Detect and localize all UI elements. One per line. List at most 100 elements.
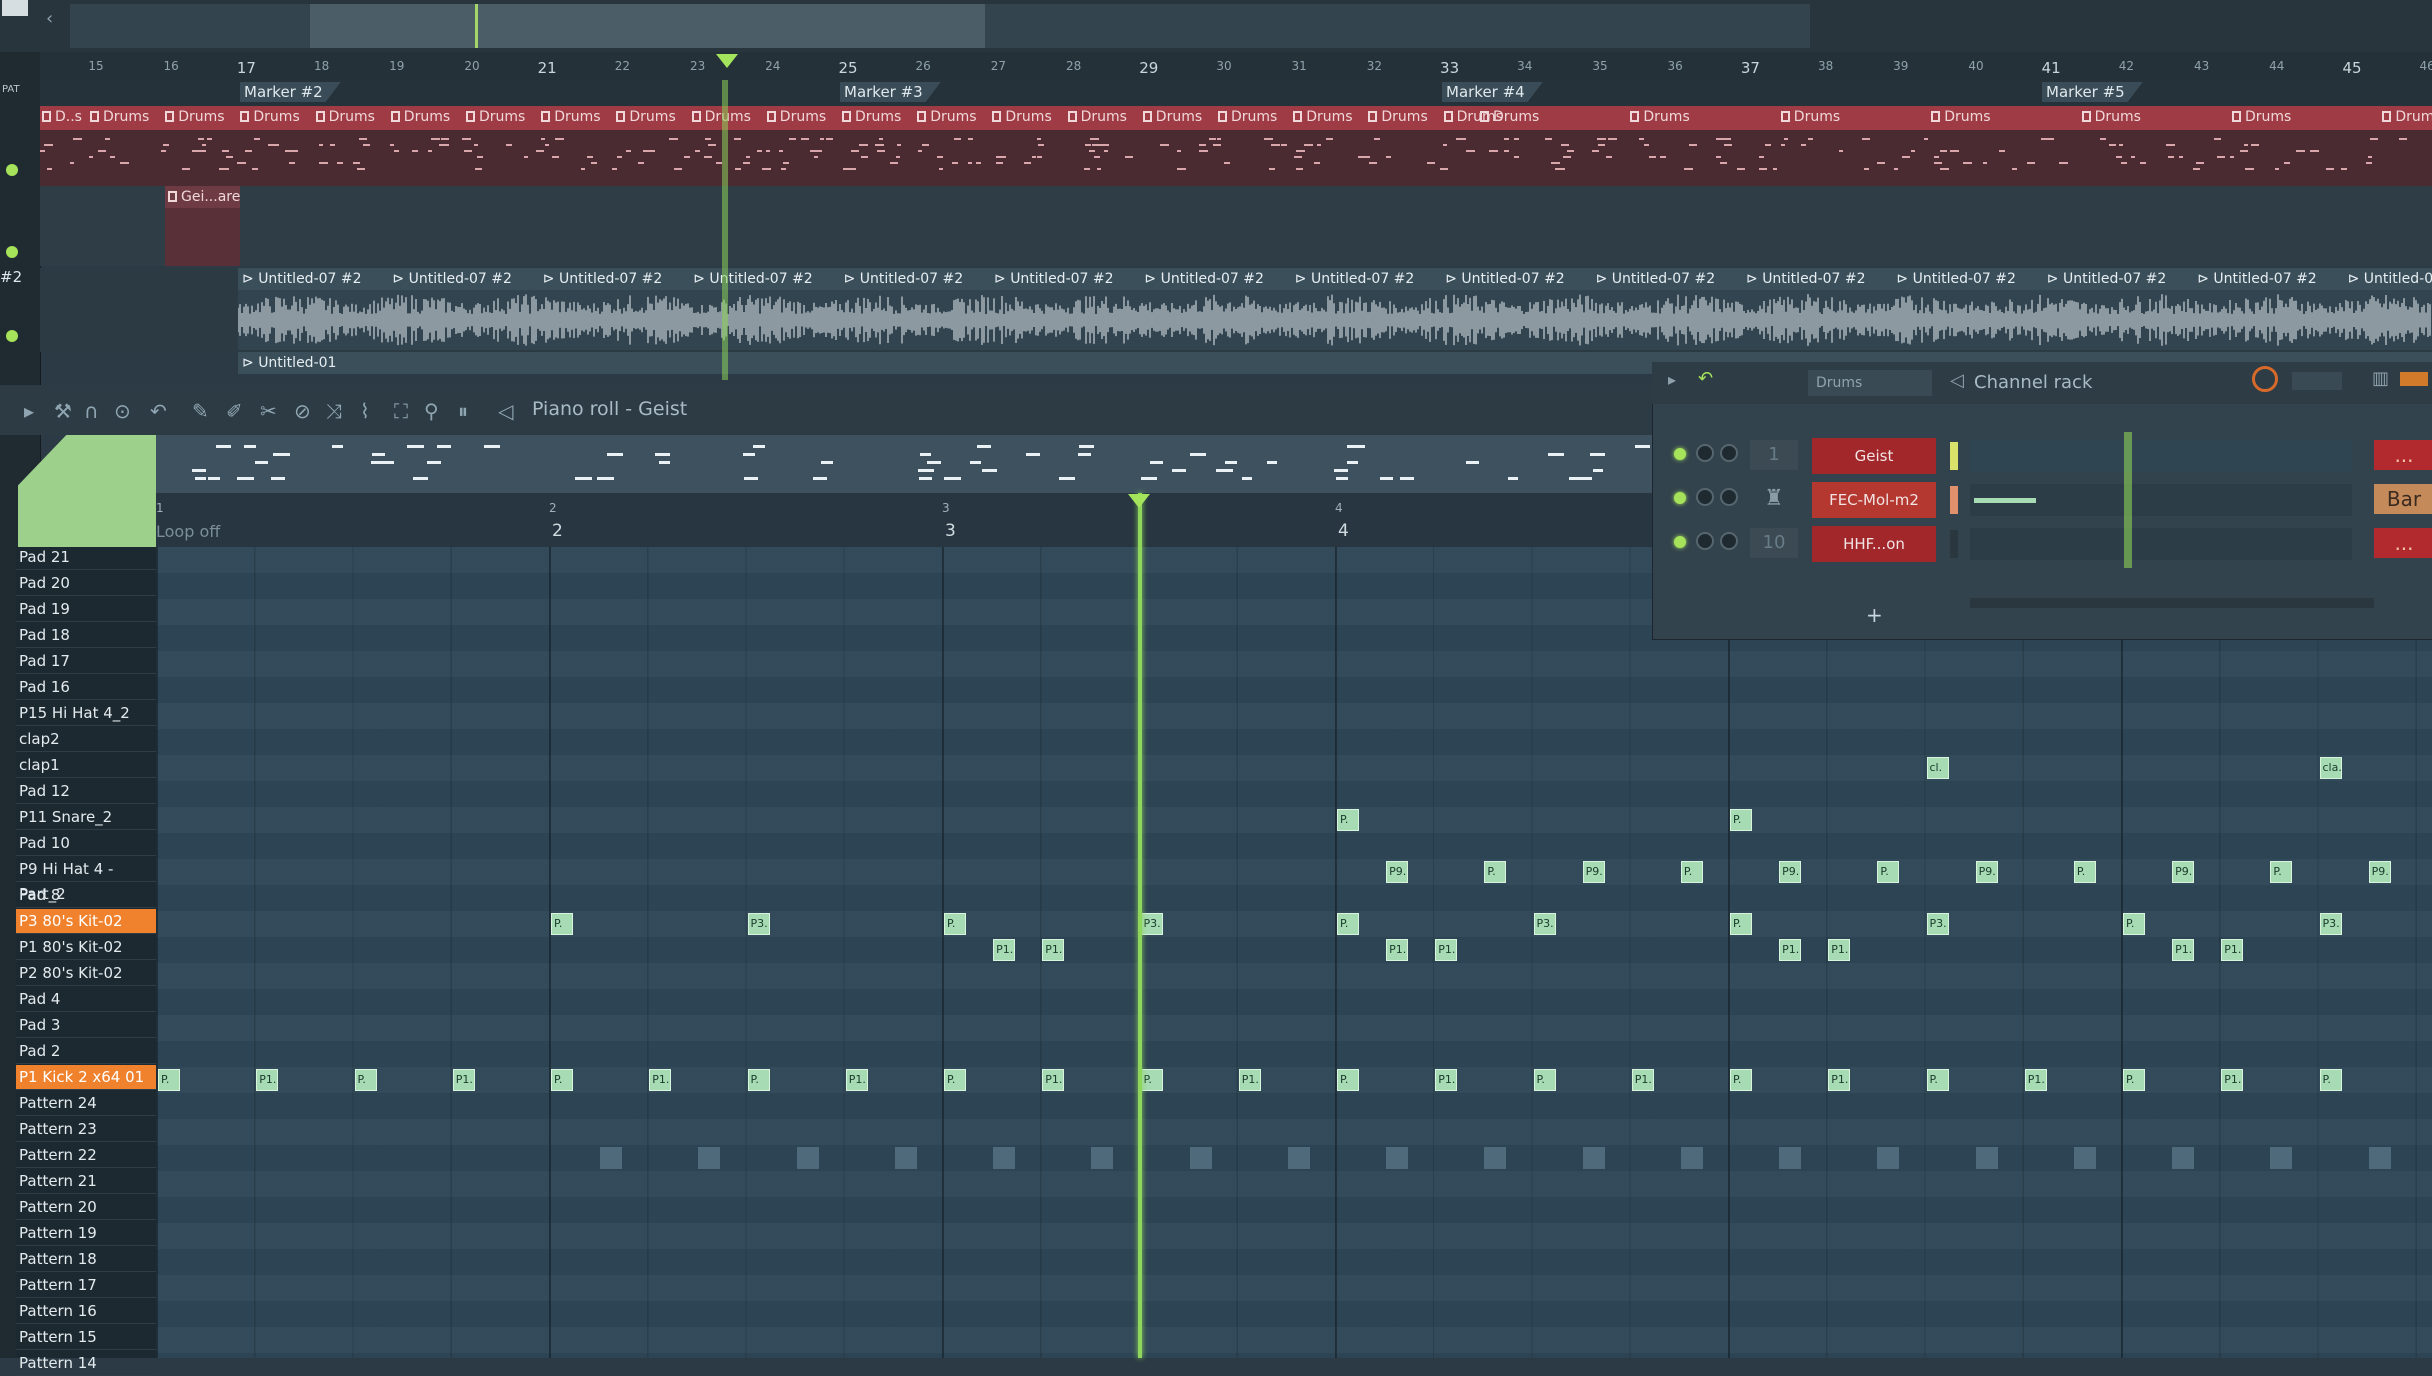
note[interactable]: P1. (2221, 939, 2244, 961)
marker[interactable]: Marker #2 (240, 82, 341, 102)
note[interactable]: P1. (1435, 1069, 1458, 1091)
channel-led[interactable] (1674, 448, 1686, 460)
note[interactable]: P1. (452, 1069, 475, 1091)
slice-icon[interactable]: ⌇ (360, 399, 370, 423)
drum-pattern-clip[interactable]: Drums (992, 109, 1052, 125)
drum-pattern-clip[interactable]: Drums (917, 109, 977, 125)
ghost-note[interactable] (1680, 1147, 1703, 1169)
note[interactable]: P1. (1828, 939, 1851, 961)
audio-clip[interactable]: ⊳ Untitled-07 #2 (242, 271, 362, 287)
note[interactable]: cla. (2319, 757, 2342, 779)
piano-key[interactable]: Pattern 22 (16, 1143, 156, 1168)
drum-pattern-clip[interactable]: Drums (1480, 109, 1539, 125)
marker[interactable]: Marker #3 (840, 82, 941, 102)
note[interactable]: P9. (1779, 861, 1802, 883)
swing-knob-icon[interactable] (2252, 366, 2278, 392)
drum-pattern-clip[interactable]: Drums (315, 109, 375, 125)
piano-key[interactable]: P3 80's Kit-02 (16, 909, 156, 934)
note[interactable]: P1. (649, 1069, 672, 1091)
drum-pattern-clip[interactable]: Drums (240, 109, 300, 125)
drum-pattern-clip[interactable]: Drums (90, 109, 149, 125)
ghost-note[interactable] (1091, 1147, 1114, 1169)
channel-fx-icon[interactable]: ♜ (1750, 484, 1798, 514)
note[interactable]: P1. (1042, 1069, 1065, 1091)
slip-icon[interactable]: ⤨ (326, 399, 342, 423)
ghost-note[interactable] (2270, 1147, 2293, 1169)
piano-key[interactable]: P15 Hi Hat 4_2 (16, 701, 156, 726)
channel-step-preview[interactable] (1970, 484, 2352, 516)
drum-pattern-clip[interactable]: Drums (1931, 109, 1991, 125)
note[interactable]: P1. (1435, 939, 1458, 961)
piano-key[interactable]: clap1 (16, 753, 156, 778)
track-led[interactable] (6, 164, 18, 176)
drum-pattern-clip[interactable]: Drums (842, 109, 901, 125)
audio-clip[interactable]: ⊳ Untitled-07 #2 (543, 271, 663, 287)
channel-extra[interactable]: Bar (2374, 484, 2432, 514)
drum-pattern-clip[interactable]: Drums (1780, 109, 1840, 125)
note[interactable]: P1. (845, 1069, 868, 1091)
note[interactable]: P. (1337, 1069, 1359, 1091)
note[interactable]: P. (2319, 1069, 2342, 1091)
note[interactable]: P. (551, 913, 573, 935)
loop-toggle[interactable]: Loop off (156, 522, 220, 541)
ghost-note[interactable] (1386, 1147, 1409, 1169)
geist-track[interactable] (40, 186, 2432, 266)
note[interactable]: P. (1730, 1069, 1752, 1091)
audio-clip[interactable]: ⊳ Untitled-07 #2 (1445, 271, 1565, 287)
play-arrow-icon[interactable]: ▸ (24, 399, 34, 423)
note[interactable]: P. (944, 1069, 966, 1091)
note[interactable]: P. (2123, 1069, 2145, 1091)
piano-key[interactable]: P2 80's Kit-02 (16, 961, 156, 986)
drum-pattern-clip[interactable]: Drums (466, 109, 525, 125)
drum-pattern-clip[interactable]: Drums (541, 109, 601, 125)
note[interactable]: P3. (747, 913, 770, 935)
note[interactable]: P. (1730, 913, 1752, 935)
note[interactable]: P3. (2319, 913, 2342, 935)
piano-key[interactable]: Pad 19 (16, 597, 156, 622)
note[interactable]: P. (1140, 1069, 1163, 1091)
ghost-note[interactable] (1877, 1147, 1900, 1169)
note[interactable]: P9. (1582, 861, 1605, 883)
note[interactable]: P. (158, 1069, 180, 1091)
audio-clip[interactable]: ⊳ Untitled-07 #2 (1295, 271, 1415, 287)
ghost-note[interactable] (1189, 1147, 1212, 1169)
piano-roll-ruler[interactable]: 1 2 3 4 2 3 4 (156, 493, 1660, 547)
speaker-icon[interactable]: ◁ (1950, 370, 1964, 391)
marker[interactable]: Marker #4 (1442, 82, 1543, 102)
audio-clip[interactable]: ⊳ Untitled-07 #2 (392, 271, 512, 287)
paint-brush-icon[interactable]: ✐ (226, 399, 243, 423)
speaker-icon[interactable]: ◁ (498, 399, 513, 423)
add-channel-button[interactable]: + (1866, 603, 1883, 627)
piano-key[interactable]: Pattern 23 (16, 1117, 156, 1142)
note[interactable]: P. (1337, 809, 1359, 831)
note[interactable]: P3. (1533, 913, 1556, 935)
note[interactable]: P3. (1140, 913, 1163, 935)
volume-knob[interactable] (1696, 532, 1714, 550)
piano-key[interactable]: Pattern 24 (16, 1091, 156, 1116)
ghost-note[interactable] (1287, 1147, 1310, 1169)
note[interactable]: P. (747, 1069, 770, 1091)
audio-clip[interactable]: ⊳ Untitled-07 #2 (1144, 271, 1264, 287)
undo-icon[interactable]: ↶ (150, 399, 167, 423)
ghost-note[interactable] (796, 1147, 819, 1169)
piano-key[interactable]: P1 Kick 2 x64 01 (16, 1065, 156, 1090)
piano-key[interactable]: Pad 4 (16, 987, 156, 1012)
piano-key[interactable]: Pad 8 (16, 883, 156, 908)
note[interactable]: P3. (1926, 913, 1949, 935)
audio-clip[interactable]: ⊳ Untitled-07 #2 (1896, 271, 2016, 287)
wrench-icon[interactable]: ⚒ (54, 399, 72, 423)
note[interactable]: P. (1337, 913, 1359, 935)
drum-pattern-clip[interactable]: Drums (1067, 109, 1127, 125)
note[interactable]: P1. (2024, 1069, 2047, 1091)
channel-name-button[interactable]: HHF...on (1812, 526, 1936, 562)
note[interactable]: P. (1730, 809, 1752, 831)
note[interactable]: P9. (2172, 861, 2195, 883)
ghost-note[interactable] (2172, 1147, 2195, 1169)
note[interactable]: P. (2123, 913, 2145, 935)
audio-clip[interactable]: ⊳ Untitled-07 #2 (994, 271, 1114, 287)
zoom-icon[interactable]: ⚲ (424, 399, 439, 423)
note[interactable]: P. (944, 913, 966, 935)
drum-pattern-clip[interactable]: Drums (2232, 109, 2291, 125)
channel-led[interactable] (1674, 536, 1686, 548)
pan-knob[interactable] (1720, 444, 1738, 462)
